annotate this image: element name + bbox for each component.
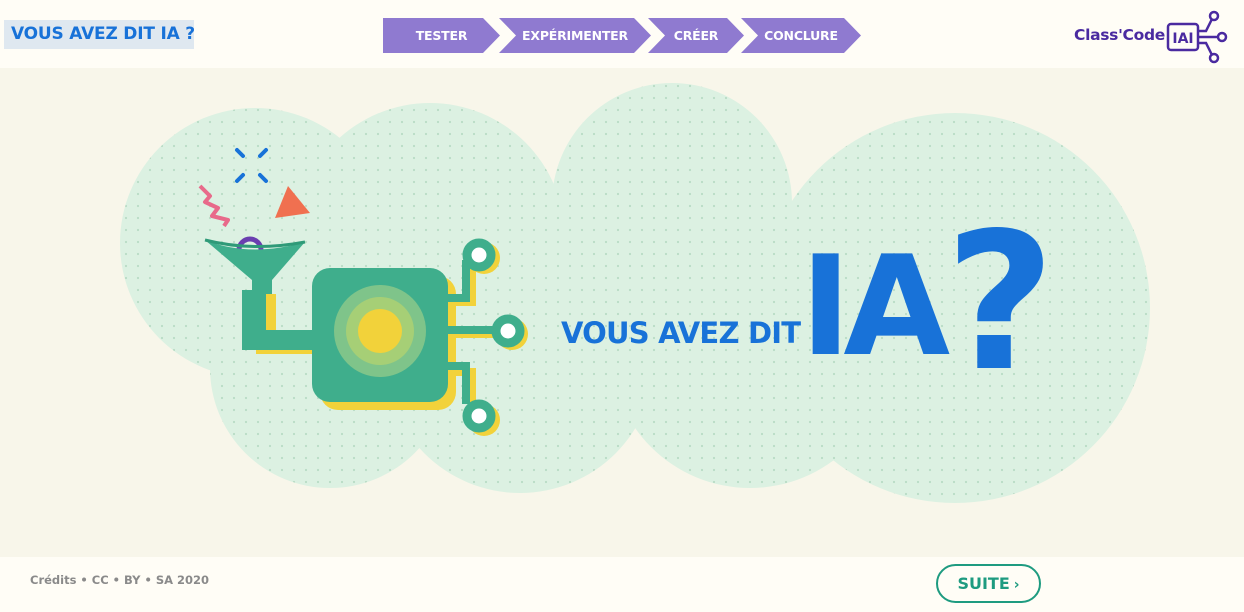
step-tester[interactable]: TESTER bbox=[383, 18, 500, 53]
site-title[interactable]: VOUS AVEZ DIT IA ? bbox=[4, 20, 195, 49]
chevron-right-icon: › bbox=[1013, 577, 1020, 593]
classcode-logo[interactable]: Class'Code IAI bbox=[1070, 10, 1230, 64]
iai-circuit-icon: IAI bbox=[1166, 10, 1228, 64]
intro-stage: VOUS AVEZ DIT IA ? bbox=[0, 68, 1244, 557]
step-experimenter[interactable]: EXPÉRIMENTER bbox=[499, 18, 651, 53]
credits-link[interactable]: Crédits • CC • BY • SA 2020 bbox=[30, 573, 209, 587]
logo-badge: IAI bbox=[1172, 31, 1193, 47]
hero-question-mark: ? bbox=[945, 192, 1056, 413]
logo-text: Class'Code bbox=[1074, 26, 1165, 44]
step-conclure[interactable]: CONCLURE bbox=[741, 18, 861, 53]
hero-label: VOUS AVEZ DIT bbox=[561, 316, 801, 350]
next-button-label: SUITE bbox=[957, 574, 1010, 593]
cloud-background bbox=[120, 83, 1150, 503]
step-creer[interactable]: CRÉER bbox=[648, 18, 744, 53]
bottom-bar: Crédits • CC • BY • SA 2020 SUITE › bbox=[0, 557, 1244, 612]
next-button[interactable]: SUITE › bbox=[936, 564, 1041, 603]
hero-ia: IA bbox=[800, 226, 950, 387]
top-bar: VOUS AVEZ DIT IA ? TESTER EXPÉRIMENTER C… bbox=[0, 0, 1244, 68]
